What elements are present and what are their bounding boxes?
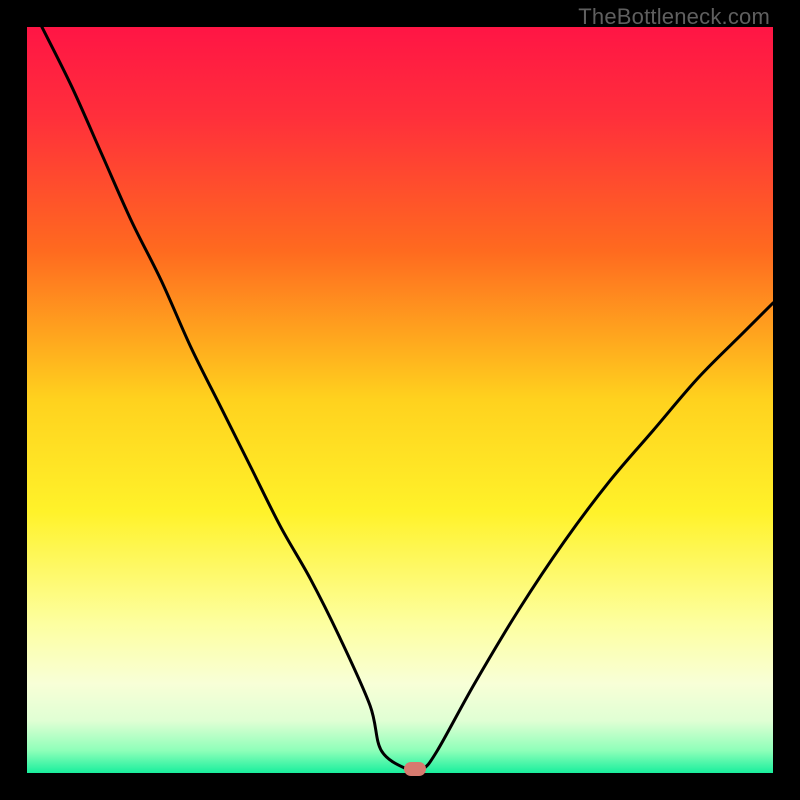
gradient-background	[27, 27, 773, 773]
optimal-point-marker	[404, 762, 426, 776]
chart-frame: TheBottleneck.com	[0, 0, 800, 800]
bottleneck-chart	[27, 27, 773, 773]
